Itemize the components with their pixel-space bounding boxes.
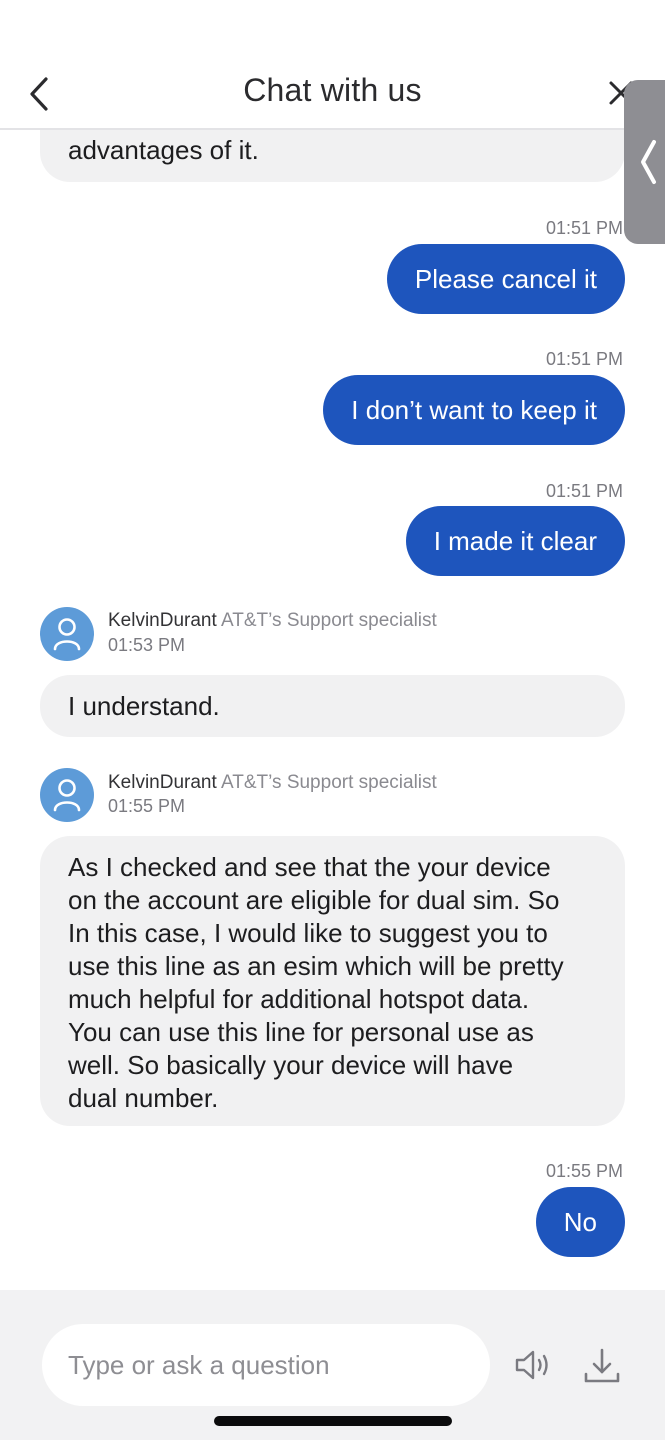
message-line: dual number. bbox=[68, 1083, 219, 1113]
side-panel-tab[interactable] bbox=[624, 80, 665, 244]
user-message-bubble: I don’t want to keep it bbox=[323, 375, 625, 445]
agent-message-bubble: As I checked and see that the your devic… bbox=[40, 836, 625, 1126]
chat-transcript[interactable]: advantages of it. 01:51 PM Please cancel… bbox=[0, 130, 665, 1290]
user-icon bbox=[53, 779, 81, 812]
message-timestamp: 01:51 PM bbox=[545, 481, 623, 501]
agent-role: AT&T’s Support specialist bbox=[221, 772, 437, 793]
agent-name-line: KelvinDurant AT&T’s Support specialist bbox=[108, 610, 437, 632]
chat-header: Chat with us bbox=[0, 0, 665, 130]
agent-role: AT&T’s Support specialist bbox=[221, 610, 437, 631]
user-message-bubble: Please cancel it bbox=[386, 244, 625, 314]
download-icon bbox=[584, 1348, 620, 1383]
message-timestamp: 01:55 PM bbox=[108, 796, 186, 816]
message-line: use this line as an esim which will be p… bbox=[68, 951, 564, 981]
user-message-bubble: No bbox=[535, 1187, 625, 1257]
message-line: much helpful for additional hotspot data… bbox=[68, 984, 530, 1014]
chevron-left-icon bbox=[641, 140, 656, 184]
message-input[interactable] bbox=[42, 1324, 490, 1406]
message-timestamp: 01:55 PM bbox=[545, 1161, 623, 1181]
message-timestamp: 01:51 PM bbox=[545, 349, 623, 369]
agent-message-bubble: I understand. bbox=[40, 675, 625, 737]
message-line: As I checked and see that the your devic… bbox=[68, 852, 551, 882]
agent-name-line: KelvinDurant AT&T’s Support specialist bbox=[108, 772, 437, 794]
page-title: Chat with us bbox=[243, 72, 422, 108]
agent-message-bubble: advantages of it. bbox=[40, 130, 625, 182]
message-timestamp: 01:51 PM bbox=[545, 218, 623, 238]
speaker-icon bbox=[515, 1350, 548, 1380]
agent-name: KelvinDurant bbox=[108, 610, 217, 631]
message-timestamp: 01:53 PM bbox=[108, 635, 186, 655]
user-icon bbox=[53, 618, 81, 651]
home-indicator bbox=[214, 1416, 452, 1426]
agent-name: KelvinDurant bbox=[108, 772, 217, 793]
message-text: advantages of it. bbox=[68, 135, 259, 165]
agent-avatar bbox=[40, 768, 94, 822]
agent-avatar bbox=[40, 607, 94, 661]
message-line: on the account are eligible for dual sim… bbox=[68, 885, 560, 915]
message-line: well. So basically your device will have bbox=[68, 1050, 514, 1080]
message-line: In this case, I would like to suggest yo… bbox=[68, 918, 548, 948]
download-button[interactable] bbox=[582, 1346, 622, 1386]
speaker-button[interactable] bbox=[514, 1348, 556, 1382]
user-message-bubble: I made it clear bbox=[405, 506, 625, 576]
message-line: You can use this line for personal use a… bbox=[68, 1017, 534, 1047]
